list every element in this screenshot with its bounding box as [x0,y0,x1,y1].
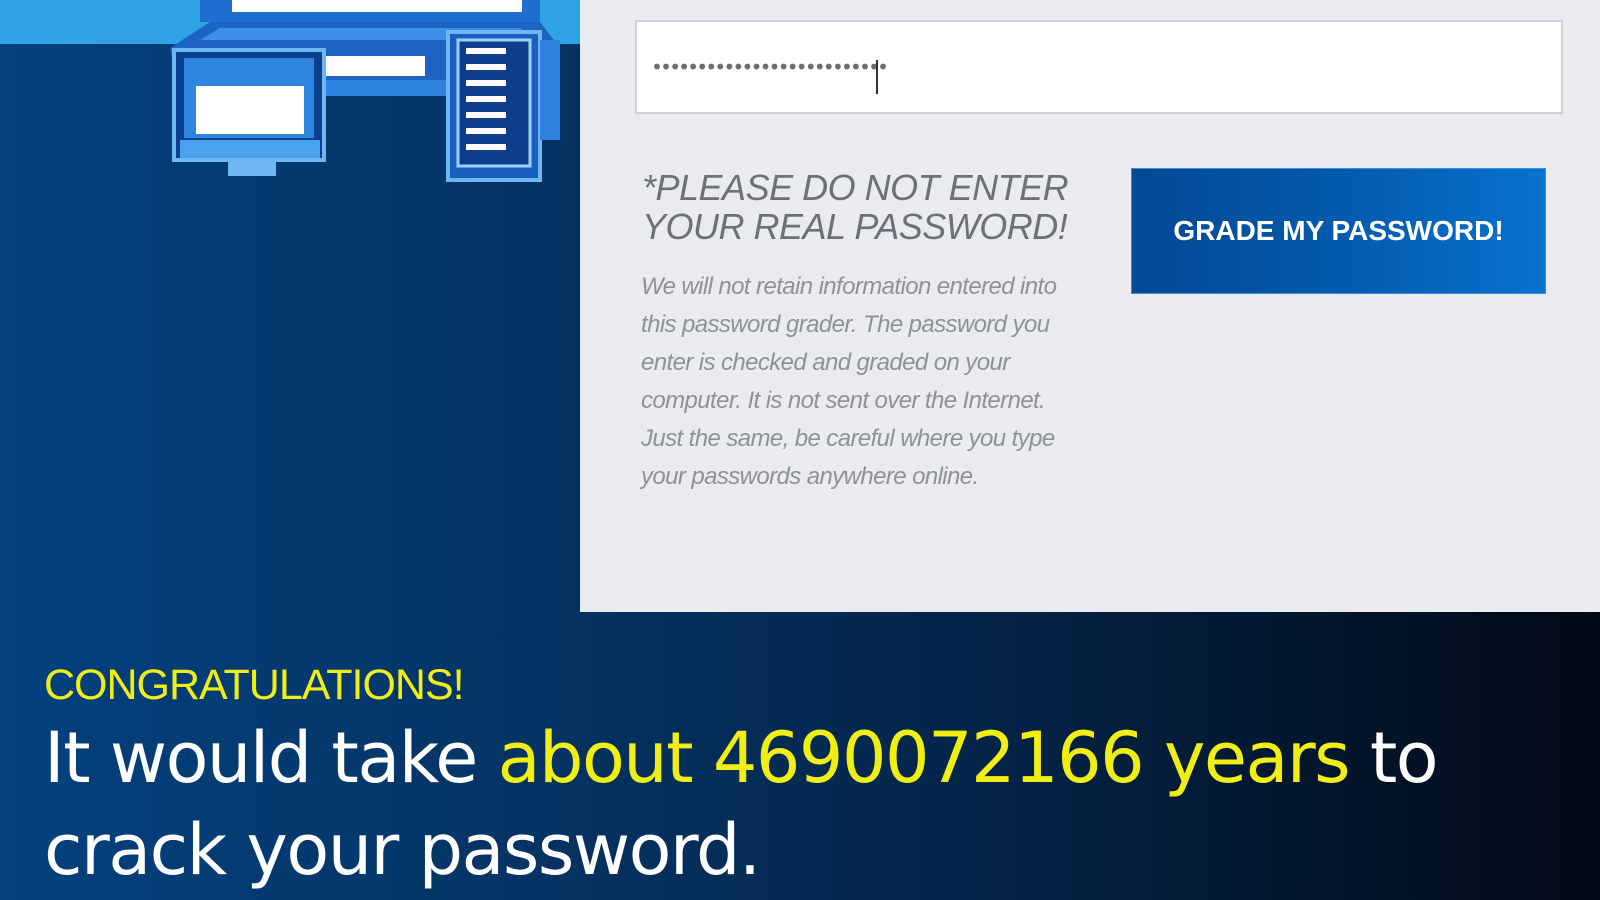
password-input[interactable] [635,20,1563,114]
devices-illustration [170,0,560,182]
monitor-icon [172,48,326,176]
password-panel: *PLEASE DO NOT ENTER YOUR REAL PASSWORD!… [580,0,1600,612]
privacy-disclaimer: We will not retain information entered i… [641,273,1057,490]
result-section: CONGRATULATIONS! It would take about 469… [44,660,1584,896]
warning-line-2: YOUR REAL PASSWORD! [642,206,1068,247]
crack-time-value: about 4690072166 years [497,717,1351,799]
real-password-warning: *PLEASE DO NOT ENTER YOUR REAL PASSWORD! [642,168,1082,246]
grade-password-button[interactable]: GRADE MY PASSWORD! [1131,168,1546,294]
password-grader-page: *PLEASE DO NOT ENTER YOUR REAL PASSWORD!… [0,0,1600,900]
crack-time-message: It would take about 4690072166 years to … [44,712,1584,896]
crack-time-prefix: It would take [44,717,498,799]
warning-line-1: *PLEASE DO NOT ENTER [642,167,1069,208]
text-cursor [876,60,878,94]
server-rack-icon [446,30,560,182]
congratulations-heading: CONGRATULATIONS! [44,661,465,709]
